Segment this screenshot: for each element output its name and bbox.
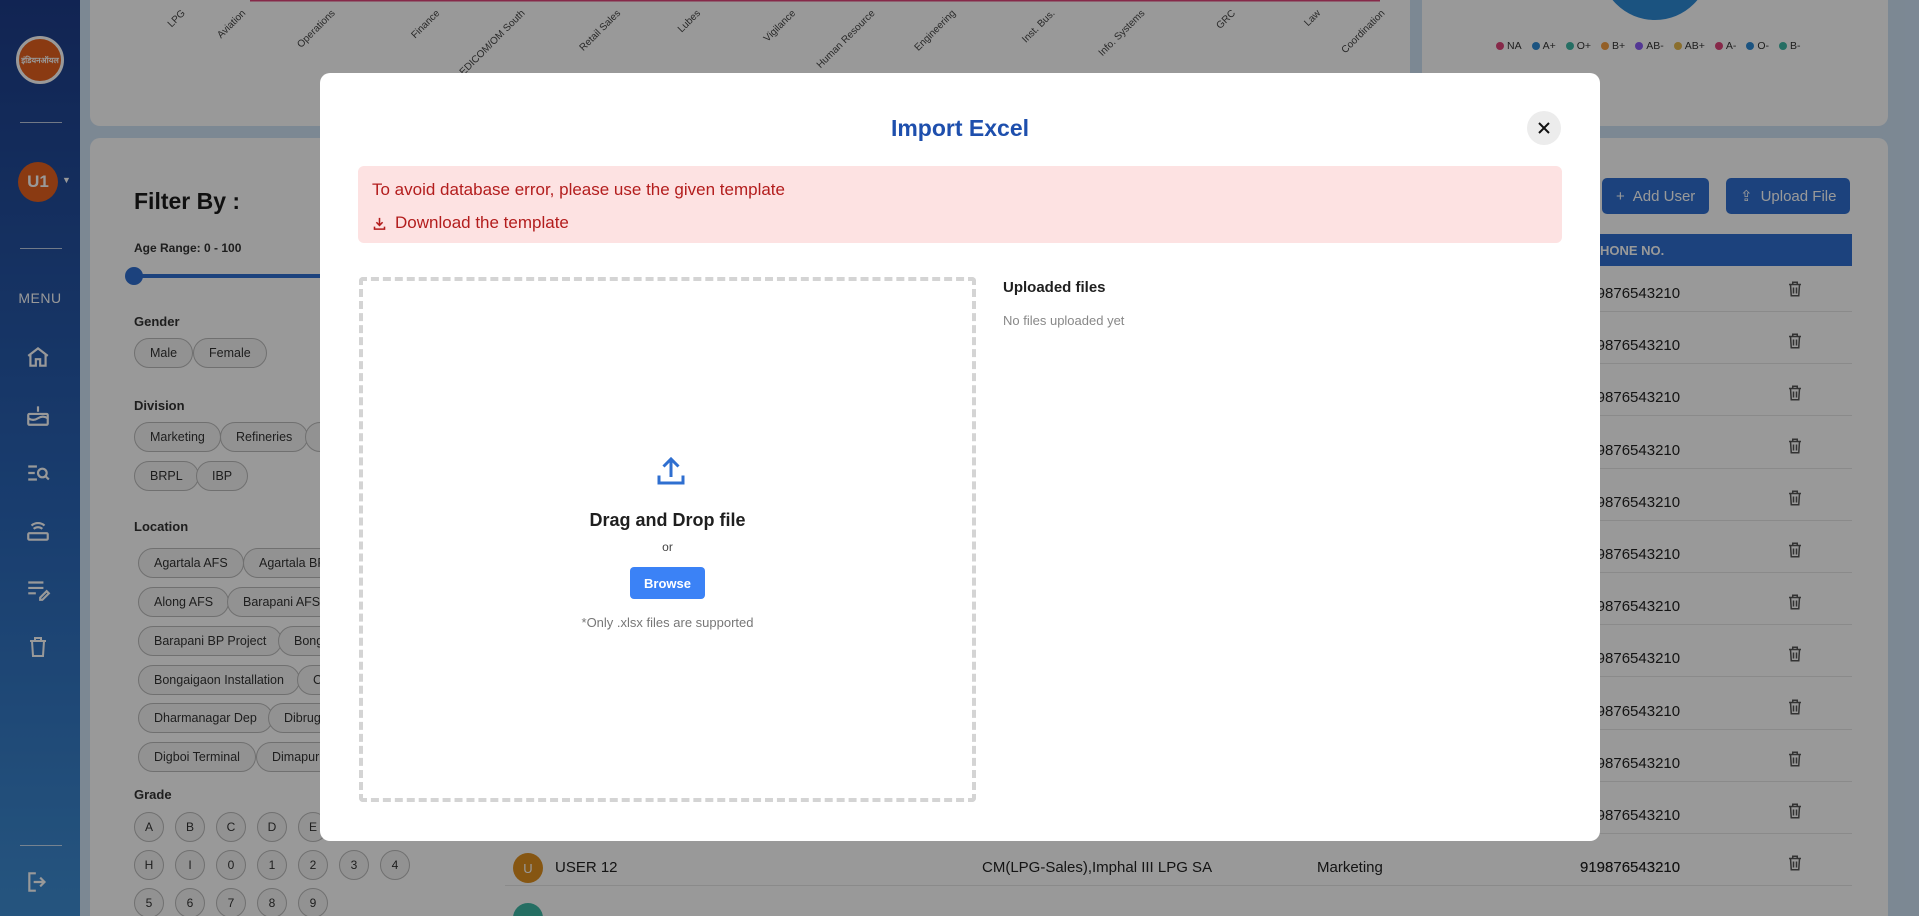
upload-icon: [657, 456, 685, 485]
dropzone-or: or: [662, 540, 673, 554]
template-alert: To avoid database error, please use the …: [358, 166, 1562, 243]
file-type-note: *Only .xlsx files are supported: [581, 615, 754, 630]
browse-button[interactable]: Browse: [630, 567, 705, 599]
download-icon: [373, 217, 386, 230]
download-template-link[interactable]: Download the template: [372, 213, 569, 233]
download-template-label: Download the template: [395, 213, 569, 232]
file-dropzone[interactable]: Drag and Drop file or Browse *Only .xlsx…: [359, 277, 976, 802]
import-excel-modal: Import Excel To avoid database error, pl…: [320, 73, 1600, 841]
close-icon: [1538, 122, 1550, 134]
close-button[interactable]: [1527, 111, 1561, 145]
modal-title: Import Excel: [890, 115, 1030, 141]
uploaded-files-title: Uploaded files: [1003, 279, 1106, 296]
uploaded-files-empty: No files uploaded yet: [1003, 313, 1125, 328]
dropzone-title: Drag and Drop file: [589, 510, 746, 530]
alert-message: To avoid database error, please use the …: [372, 180, 785, 199]
